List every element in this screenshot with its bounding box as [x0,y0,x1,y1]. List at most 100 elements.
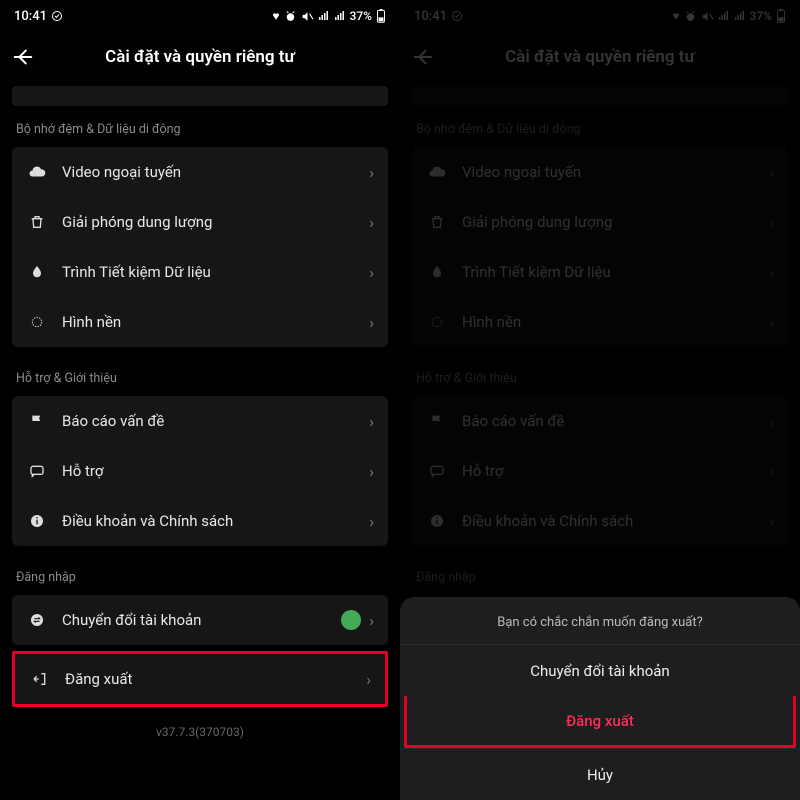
phone-right: 10:41 ♥ 37% Cài đặt và quyền riêng tư Bộ… [400,0,800,800]
section-label-cache: Bộ nhớ đệm & Dữ liệu di động [12,116,388,147]
section-cache: Video ngoại tuyến › Giải phóng dung lượn… [12,147,388,347]
sparkle-icon [26,311,48,333]
battery-icon [376,9,386,23]
row-help[interactable]: Hỗ trợ › [12,446,388,496]
status-extra-icon [51,10,63,22]
status-bar: 10:41 ♥ 37% [400,0,800,32]
chevron-right-icon: › [769,512,774,531]
chevron-right-icon: › [369,313,374,332]
chevron-right-icon: › [369,462,374,481]
row-label: Video ngoại tuyến [462,163,769,181]
heart-icon: ♥ [672,9,679,23]
row-free-space[interactable]: Giải phóng dung lượng › [12,197,388,247]
page-title: Cài đặt và quyền riêng tư [400,47,800,67]
phone-left: 10:41 ♥ 37% [0,0,400,800]
alarm-icon [684,10,697,23]
signal2-icon [334,10,346,22]
flag-icon [26,410,48,432]
chat-icon [426,460,448,482]
top-divider [412,86,788,106]
row-label: Hỗ trợ [462,462,769,480]
battery-icon [776,9,786,23]
settings-scroll[interactable]: Bộ nhớ đệm & Dữ liệu di động Video ngoại… [0,82,400,800]
row-report: Báo cáo vấn đề › [412,396,788,446]
trash-icon [426,211,448,233]
chevron-right-icon: › [369,412,374,431]
row-label: Báo cáo vấn đề [462,412,769,430]
chevron-right-icon: › [769,313,774,332]
chevron-right-icon: › [369,263,374,282]
row-data-saver[interactable]: Trình Tiết kiệm Dữ liệu › [12,247,388,297]
section-login: Chuyển đổi tài khoản › [12,595,388,645]
section-label-login: Đăng nhập [412,564,788,595]
top-divider [12,86,388,106]
mute-icon [701,10,714,23]
row-label: Trình Tiết kiệm Dữ liệu [462,263,769,281]
chevron-right-icon: › [769,412,774,431]
chevron-right-icon: › [369,213,374,232]
chevron-right-icon: › [769,462,774,481]
row-label: Chuyển đổi tài khoản [62,611,341,629]
chat-icon [26,460,48,482]
sheet-prompt: Bạn có chắc chắn muốn đăng xuất? [400,615,800,644]
row-label: Điều khoản và Chính sách [462,512,769,530]
row-offline-video: Video ngoại tuyến › [412,147,788,197]
row-label: Báo cáo vấn đề [62,412,369,430]
row-report[interactable]: Báo cáo vấn đề › [12,396,388,446]
row-label: Điều khoản và Chính sách [62,512,369,530]
row-wallpaper: Hình nền › [412,297,788,347]
confirm-sheet: Bạn có chắc chắn muốn đăng xuất? Chuyển … [400,597,800,800]
page-title: Cài đặt và quyền riêng tư [0,47,400,67]
row-label: Trình Tiết kiệm Dữ liệu [62,263,369,281]
section-cache: Video ngoại tuyến › Giải phóng dung lượn… [412,147,788,347]
signal-icon [718,10,730,22]
row-label: Giải phóng dung lượng [462,213,769,231]
version-text: v37.7.3(370703) [12,717,388,751]
chevron-right-icon: › [366,670,371,689]
info-icon [426,510,448,532]
sheet-switch-account[interactable]: Chuyển đổi tài khoản [400,644,800,696]
row-logout-highlight: Đăng xuất › [12,651,388,707]
section-support: Báo cáo vấn đề › Hỗ trợ › Điều khoản và … [12,396,388,546]
drop-icon [26,261,48,283]
row-logout[interactable]: Đăng xuất › [15,654,385,704]
status-bar: 10:41 ♥ 37% [0,0,400,32]
page-header: Cài đặt và quyền riêng tư [400,32,800,82]
row-help: Hỗ trợ › [412,446,788,496]
signal2-icon [734,10,746,22]
swap-icon [26,609,48,631]
status-time: 10:41 [414,9,447,24]
chevron-right-icon: › [369,512,374,531]
mute-icon [301,10,314,23]
heart-icon: ♥ [272,9,279,23]
row-label: Đăng xuất [65,670,366,688]
row-offline-video[interactable]: Video ngoại tuyến › [12,147,388,197]
row-switch-account[interactable]: Chuyển đổi tài khoản › [12,595,388,645]
row-free-space: Giải phóng dung lượng › [412,197,788,247]
sheet-cancel[interactable]: Hủy [400,748,800,800]
row-terms: Điều khoản và Chính sách › [412,496,788,546]
drop-icon [426,261,448,283]
cloud-icon [26,161,48,183]
flag-icon [426,410,448,432]
signal-icon [318,10,330,22]
row-terms[interactable]: Điều khoản và Chính sách › [12,496,388,546]
section-label-support: Hỗ trợ & Giới thiệu [412,365,788,396]
section-label-login: Đăng nhập [12,564,388,595]
avatar [341,610,361,630]
back-button[interactable] [412,46,442,68]
row-label: Hình nền [462,313,769,331]
sparkle-icon [426,311,448,333]
row-label: Video ngoại tuyến [62,163,369,181]
chevron-right-icon: › [769,213,774,232]
chevron-right-icon: › [769,263,774,282]
page-header: Cài đặt và quyền riêng tư [0,32,400,82]
back-button[interactable] [12,46,42,68]
status-battery-text: 37% [750,9,772,23]
info-icon [26,510,48,532]
row-wallpaper[interactable]: Hình nền › [12,297,388,347]
chevron-right-icon: › [369,163,374,182]
section-label-support: Hỗ trợ & Giới thiệu [12,365,388,396]
sheet-logout[interactable]: Đăng xuất [404,696,796,748]
row-label: Hình nền [62,313,369,331]
